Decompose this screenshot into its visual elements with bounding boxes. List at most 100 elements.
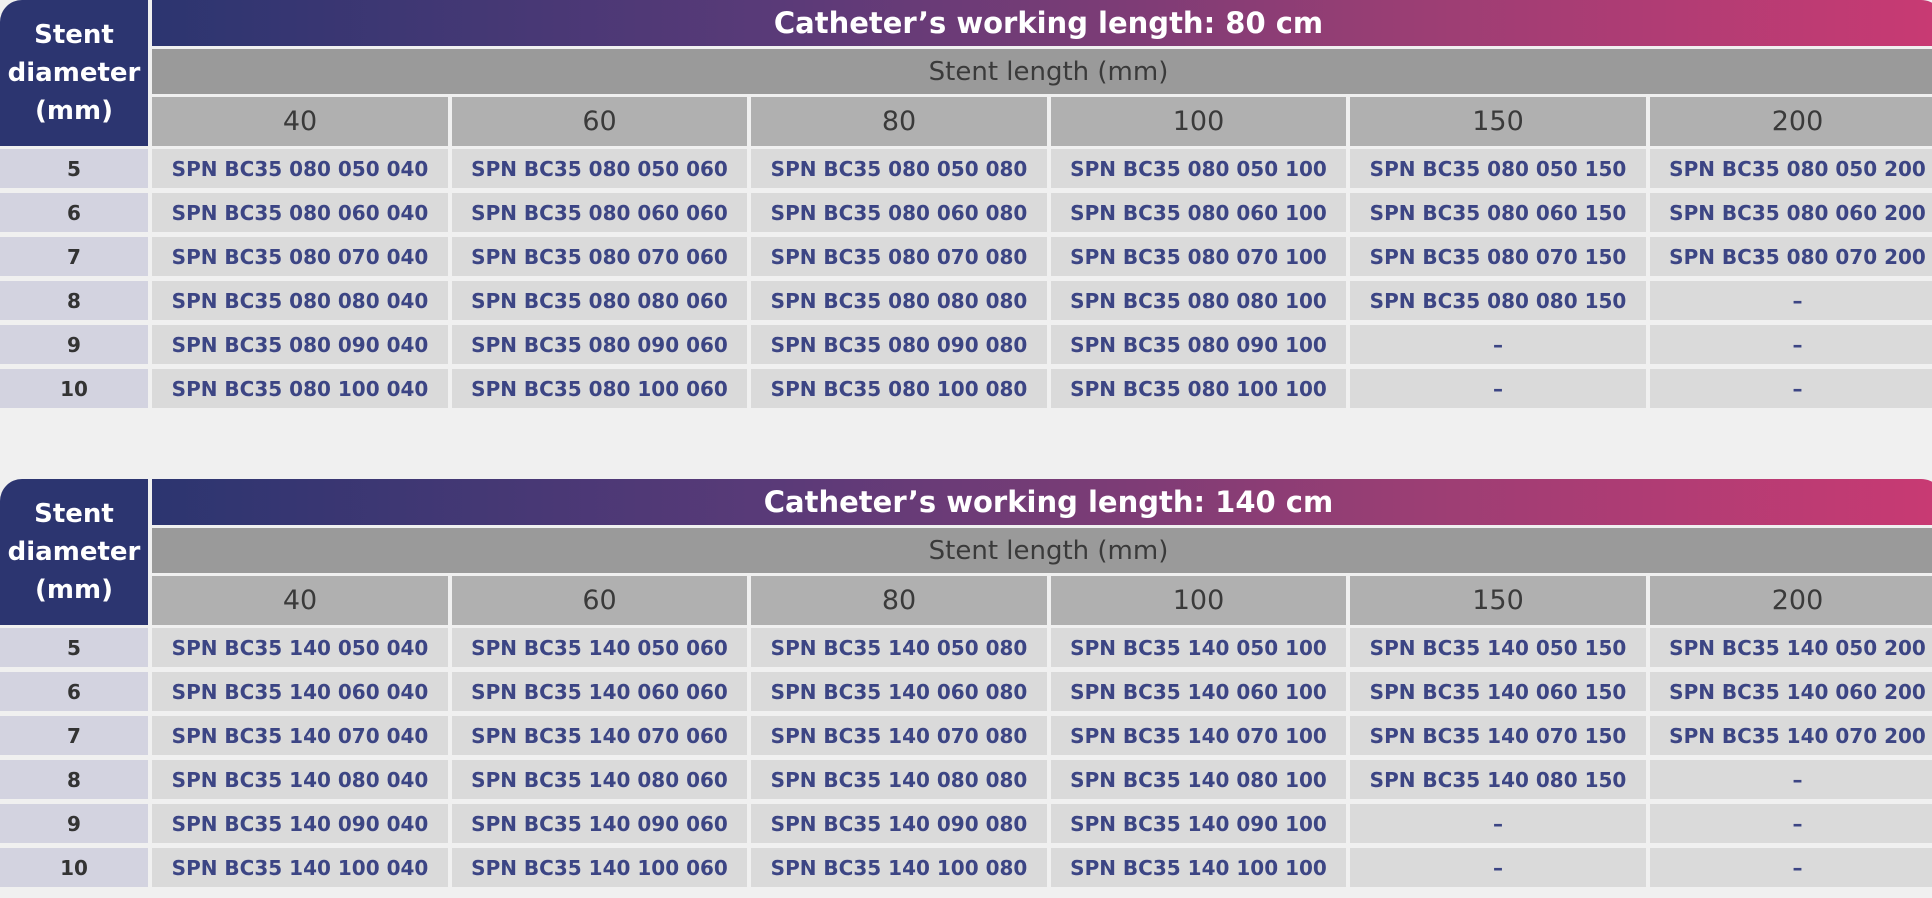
product-code-cell: SPN BC35 140 060 100 [1051,672,1346,711]
product-code-cell: SPN BC35 080 060 100 [1051,193,1346,232]
diameter-cell: 9 [0,325,148,364]
product-code-cell: SPN BC35 140 060 200 [1650,672,1932,711]
product-code-cell: SPN BC35 080 050 150 [1350,149,1646,188]
product-code-cell: SPN BC35 080 080 150 [1350,281,1646,320]
product-code-cell: SPN BC35 140 060 040 [152,672,448,711]
product-code-cell: SPN BC35 140 060 150 [1350,672,1646,711]
diameter-cell: 7 [0,237,148,276]
product-code-cell: SPN BC35 140 070 100 [1051,716,1346,755]
product-code-cell: SPN BC35 080 060 040 [152,193,448,232]
product-code-cell: SPN BC35 080 100 060 [452,369,747,408]
product-code-cell: SPN BC35 080 050 060 [452,149,747,188]
product-code-cell: SPN BC35 140 100 080 [751,848,1047,887]
product-code-cell: SPN BC35 140 070 060 [452,716,747,755]
product-code-cell: SPN BC35 080 060 150 [1350,193,1646,232]
product-code-cell: SPN BC35 140 080 060 [452,760,747,799]
length-header-cell: 80 [751,97,1047,146]
product-code-cell: SPN BC35 080 080 100 [1051,281,1346,320]
length-header-cell: 200 [1650,97,1932,146]
product-code-cell: SPN BC35 080 100 100 [1051,369,1346,408]
product-code-cell: – [1650,281,1932,320]
product-code-cell: SPN BC35 080 060 080 [751,193,1047,232]
product-code-cell: SPN BC35 140 050 080 [751,628,1047,667]
stent-diameter-header: Stent diameter (mm) [0,479,148,625]
product-code-cell: SPN BC35 080 070 060 [452,237,747,276]
product-code-cell: SPN BC35 140 080 080 [751,760,1047,799]
diameter-cell: 8 [0,760,148,799]
diameter-cell: 10 [0,848,148,887]
product-code-cell: – [1650,804,1932,843]
product-code-cell: SPN BC35 140 050 100 [1051,628,1346,667]
product-code-cell: – [1350,804,1646,843]
length-header-cell: 80 [751,576,1047,625]
stent-length-header: Stent length (mm) [152,49,1932,94]
product-code-cell: SPN BC35 080 050 080 [751,149,1047,188]
diameter-cell: 6 [0,672,148,711]
product-code-cell: SPN BC35 140 050 150 [1350,628,1646,667]
stent-diameter-header: Stent diameter (mm) [0,0,148,146]
product-code-cell: SPN BC35 140 100 100 [1051,848,1346,887]
product-code-cell: SPN BC35 080 050 040 [152,149,448,188]
length-header-cell: 150 [1350,97,1646,146]
length-header-cell: 200 [1650,576,1932,625]
product-code-cell: SPN BC35 140 090 080 [751,804,1047,843]
diameter-cell: 5 [0,149,148,188]
product-code-cell: SPN BC35 080 070 040 [152,237,448,276]
product-code-cell: SPN BC35 140 070 080 [751,716,1047,755]
diameter-cell: 9 [0,804,148,843]
product-code-cell: SPN BC35 140 100 060 [452,848,747,887]
product-code-cell: SPN BC35 080 090 080 [751,325,1047,364]
product-code-cell: SPN BC35 080 060 060 [452,193,747,232]
catheter-80cm-table: Stent diameter (mm) Catheter’s working l… [0,0,1932,408]
diameter-cell: 5 [0,628,148,667]
product-code-cell: SPN BC35 080 080 080 [751,281,1047,320]
product-code-cell: – [1650,848,1932,887]
catheter-140cm-table: Stent diameter (mm) Catheter’s working l… [0,479,1932,887]
length-header-cell: 40 [152,576,448,625]
product-code-cell: SPN BC35 080 070 150 [1350,237,1646,276]
product-code-cell: SPN BC35 140 060 080 [751,672,1047,711]
product-code-cell: SPN BC35 140 080 040 [152,760,448,799]
product-code-cell: SPN BC35 140 060 060 [452,672,747,711]
length-header-cell: 150 [1350,576,1646,625]
product-code-cell: SPN BC35 140 050 060 [452,628,747,667]
catheter-length-title: Catheter’s working length: 80 cm [152,0,1932,46]
diameter-cell: 8 [0,281,148,320]
diameter-cell: 7 [0,716,148,755]
product-code-cell: SPN BC35 080 050 200 [1650,149,1932,188]
product-code-cell: SPN BC35 080 080 060 [452,281,747,320]
product-code-cell: SPN BC35 140 050 040 [152,628,448,667]
product-code-cell: SPN BC35 080 080 040 [152,281,448,320]
product-code-cell: SPN BC35 080 090 060 [452,325,747,364]
product-code-cell: SPN BC35 080 090 040 [152,325,448,364]
product-code-cell: SPN BC35 080 070 080 [751,237,1047,276]
product-code-cell: SPN BC35 080 050 100 [1051,149,1346,188]
product-code-cell: SPN BC35 140 080 150 [1350,760,1646,799]
product-code-cell: SPN BC35 080 100 040 [152,369,448,408]
product-code-cell: SPN BC35 080 100 080 [751,369,1047,408]
product-code-cell: SPN BC35 140 070 200 [1650,716,1932,755]
product-code-cell: – [1650,369,1932,408]
product-code-cell: SPN BC35 140 090 040 [152,804,448,843]
product-code-cell: – [1350,848,1646,887]
product-code-cell: – [1350,369,1646,408]
diameter-cell: 10 [0,369,148,408]
length-header-cell: 60 [452,576,747,625]
product-code-cell: SPN BC35 140 100 040 [152,848,448,887]
product-code-cell: – [1650,760,1932,799]
product-code-cell: SPN BC35 140 090 060 [452,804,747,843]
product-code-cell: SPN BC35 080 090 100 [1051,325,1346,364]
product-code-cell: SPN BC35 140 050 200 [1650,628,1932,667]
product-code-cell: – [1650,325,1932,364]
product-code-cell: SPN BC35 080 060 200 [1650,193,1932,232]
length-header-cell: 60 [452,97,747,146]
product-code-cell: SPN BC35 140 070 150 [1350,716,1646,755]
product-code-cell: SPN BC35 140 080 100 [1051,760,1346,799]
length-header-cell: 40 [152,97,448,146]
product-code-cell: SPN BC35 140 070 040 [152,716,448,755]
product-code-cell: SPN BC35 140 090 100 [1051,804,1346,843]
length-header-cell: 100 [1051,97,1346,146]
product-code-cell: – [1350,325,1646,364]
diameter-cell: 6 [0,193,148,232]
stent-length-header: Stent length (mm) [152,528,1932,573]
